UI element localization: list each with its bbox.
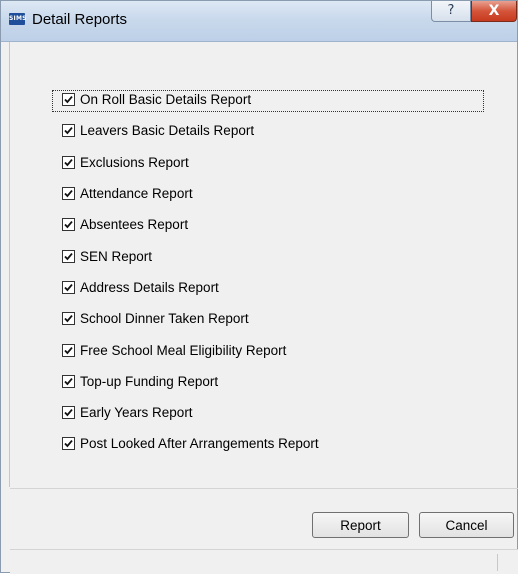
window-title: Detail Reports <box>32 11 128 28</box>
report-option-label: Early Years Report <box>80 405 193 421</box>
help-button[interactable]: ? <box>431 1 471 22</box>
report-option-item[interactable]: Attendance Report <box>56 178 486 209</box>
checkmark-icon <box>64 252 73 260</box>
report-checkbox[interactable] <box>62 218 75 232</box>
footer-divider <box>10 488 518 489</box>
report-option-label: Address Details Report <box>80 279 219 295</box>
report-option-label: On Roll Basic Details Report <box>80 92 252 108</box>
report-option-item[interactable]: Post Looked After Arrangements Report <box>56 428 486 459</box>
report-option-label: Attendance Report <box>80 186 193 202</box>
status-bar-separator <box>497 554 498 571</box>
report-option-item[interactable]: Top-up Funding Report <box>56 366 486 397</box>
report-option-label: SEN Report <box>80 248 153 264</box>
report-checkbox[interactable] <box>62 124 75 138</box>
checkmark-icon <box>64 283 73 292</box>
report-checkbox[interactable] <box>62 93 75 107</box>
checkmark-icon <box>64 346 73 354</box>
checkmark-icon <box>64 96 73 104</box>
dialog-window: SIMS Detail Reports ? X On Roll Basic De… <box>0 0 518 574</box>
report-option-item[interactable]: Exclusions Report <box>56 147 486 178</box>
report-option-item[interactable]: Leavers Basic Details Report <box>56 115 486 146</box>
close-button[interactable]: X <box>471 1 517 22</box>
checkmark-icon <box>64 315 73 323</box>
report-checkbox[interactable] <box>62 155 75 169</box>
report-checkbox[interactable] <box>62 280 75 294</box>
report-option-item[interactable]: Address Details Report <box>56 272 486 303</box>
sims-app-icon: SIMS <box>9 13 26 25</box>
checkmark-icon <box>64 190 73 198</box>
report-checkbox[interactable] <box>62 187 75 201</box>
report-button[interactable]: Report <box>312 512 409 538</box>
report-option-label: Post Looked After Arrangements Report <box>80 436 319 452</box>
report-checkbox[interactable] <box>62 374 75 388</box>
report-option-item[interactable]: Free School Meal Eligibility Report <box>56 334 486 365</box>
report-option-label: School Dinner Taken Report <box>80 311 249 327</box>
report-option-item[interactable]: Early Years Report <box>56 397 486 428</box>
checkmark-icon <box>64 127 73 135</box>
report-option-item[interactable]: On Roll Basic Details Report <box>52 84 486 115</box>
checkmark-icon <box>64 158 73 167</box>
report-option-label: Absentees Report <box>80 217 189 233</box>
report-options-panel: On Roll Basic Details Report Leavers Bas… <box>9 42 510 487</box>
report-checkbox-list: On Roll Basic Details Report Leavers Bas… <box>52 84 486 460</box>
checkmark-icon <box>64 409 73 417</box>
report-option-item[interactable]: Absentees Report <box>56 209 486 240</box>
cancel-button[interactable]: Cancel <box>419 512 514 538</box>
report-checkbox[interactable] <box>62 406 75 420</box>
report-checkbox[interactable] <box>62 437 75 451</box>
report-checkbox[interactable] <box>62 312 75 326</box>
report-option-label: Top-up Funding Report <box>80 373 219 389</box>
title-bar[interactable]: SIMS Detail Reports ? X <box>1 1 517 42</box>
checkmark-icon <box>64 221 73 229</box>
report-option-label: Leavers Basic Details Report <box>80 123 255 139</box>
report-checkbox[interactable] <box>62 249 75 263</box>
report-checkbox[interactable] <box>62 343 75 357</box>
checkmark-icon <box>64 440 73 448</box>
status-bar <box>10 549 518 574</box>
report-option-item[interactable]: School Dinner Taken Report <box>56 303 486 334</box>
report-option-item[interactable]: SEN Report <box>56 240 486 271</box>
report-option-label: Exclusions Report <box>80 154 189 170</box>
report-option-label: Free School Meal Eligibility Report <box>80 342 287 358</box>
checkmark-icon <box>64 377 73 386</box>
